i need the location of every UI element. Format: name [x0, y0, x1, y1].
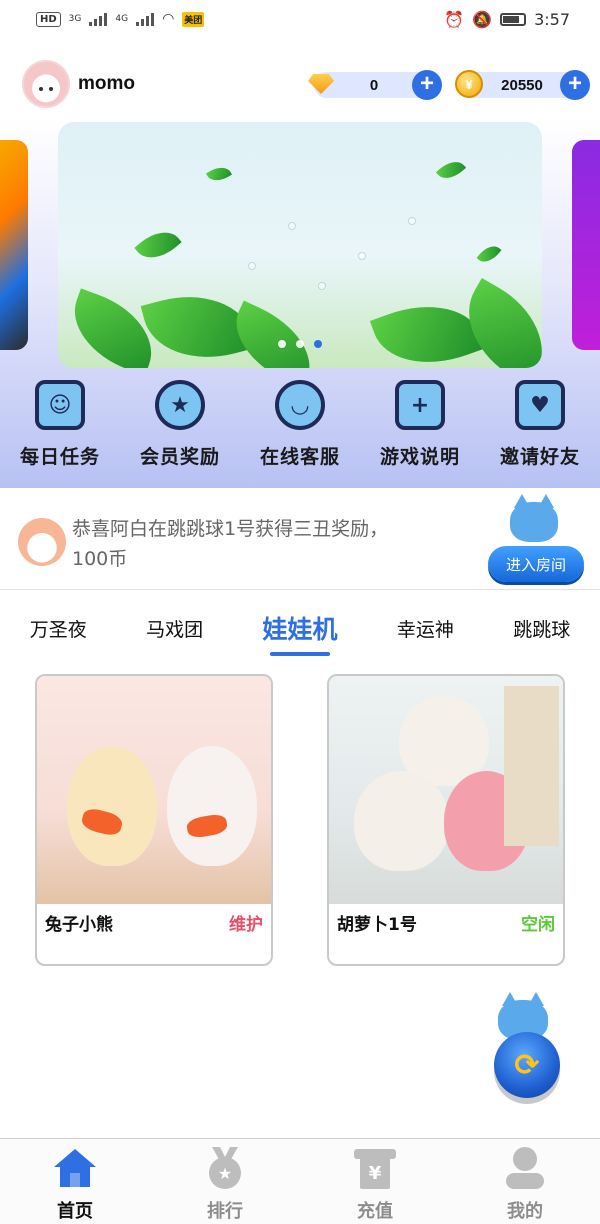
product-card[interactable]: 胡萝卜1号 空闲 [327, 674, 565, 966]
diamond-count: 0 [369, 76, 379, 94]
menu-label: 每日任务 [19, 446, 100, 468]
menu-item-game-guide[interactable]: + 游戏说明 [365, 380, 475, 480]
coin-icon: ¥ [454, 69, 484, 99]
cat-mascot-icon [510, 494, 558, 542]
nav-item-recharge[interactable]: ¥ 充值 [315, 1139, 435, 1224]
carousel-dot[interactable] [278, 340, 286, 348]
signal-bars-icon [89, 12, 108, 26]
water-drop [358, 252, 366, 260]
signal-bars-icon-2 [136, 12, 155, 26]
product-card[interactable]: 兔子小熊 维护 [35, 674, 273, 966]
home-icon [52, 1145, 98, 1191]
banner-prev-slide[interactable] [0, 140, 28, 350]
nav-label: 首页 [57, 1201, 93, 1222]
leaf-decoration [476, 241, 502, 267]
carousel-indicator [58, 340, 542, 348]
nav-label: 我的 [507, 1201, 543, 1222]
status-bar: HD 3G 4G ◠ 美团 ⏰ 🔕 3:57 [0, 0, 600, 38]
menu-label: 游戏说明 [379, 446, 460, 468]
menu-item-invite-friend[interactable]: ♥ 邀请好友 [485, 380, 595, 480]
plush-radish [354, 771, 449, 871]
coin-count: 20550 [501, 76, 543, 94]
add-coin-button[interactable]: + [560, 70, 590, 100]
menu-label: 会员奖励 [139, 446, 220, 468]
product-name: 胡萝卜1号 [337, 915, 417, 935]
avatar[interactable] [22, 60, 70, 108]
product-image [37, 676, 271, 904]
leaf-decoration [134, 222, 182, 268]
hd-indicator: HD [36, 11, 61, 27]
member-reward-icon: ★ [155, 380, 205, 430]
game-guide-icon: + [395, 380, 445, 430]
tab-bouncing-ball[interactable]: 跳跳球 [513, 615, 570, 650]
daily-task-icon: ☺ [35, 380, 85, 430]
water-drop [288, 222, 296, 230]
carousel-dot-active[interactable] [314, 340, 322, 348]
invite-friend-icon: ♥ [515, 380, 565, 430]
shelf-decoration [504, 686, 559, 846]
tab-circus[interactable]: 马戏团 [146, 615, 203, 650]
tab-halloween[interactable]: 万圣夜 [30, 615, 87, 650]
network-3g-label: 3G [68, 14, 82, 24]
menu-item-customer-service[interactable]: ◡ 在线客服 [245, 380, 355, 480]
water-drop [408, 217, 416, 225]
medal-icon: ★ [202, 1145, 248, 1191]
nav-item-home[interactable]: 首页 [15, 1139, 135, 1224]
banner-next-slide[interactable] [572, 140, 600, 350]
plush-bunny [167, 746, 257, 866]
quick-menu: ☺ 每日任务 ★ 会员奖励 ◡ 在线客服 + 游戏说明 ♥ 邀请好友 [0, 380, 600, 480]
menu-label: 邀请好友 [499, 446, 580, 468]
user-bar: momo 0 + ¥ 20550 + [22, 60, 590, 108]
winner-avatar [18, 518, 66, 566]
menu-label: 在线客服 [259, 446, 340, 468]
menu-item-member-reward[interactable]: ★ 会员奖励 [125, 380, 235, 480]
coin-balance: ¥ 20550 + [455, 70, 590, 100]
nav-label: 充值 [357, 1201, 393, 1222]
alarm-icon: ⏰ [444, 9, 465, 29]
menu-item-daily-task[interactable]: ☺ 每日任务 [5, 380, 115, 480]
nav-label: 排行 [207, 1201, 243, 1222]
mute-icon: 🔕 [472, 9, 493, 29]
product-status: 空闲 [521, 915, 555, 935]
battery-icon [500, 12, 527, 26]
nav-item-ranking[interactable]: ★ 排行 [165, 1139, 285, 1224]
status-left: HD 3G 4G ◠ 美团 [36, 11, 205, 27]
diamond-icon [306, 69, 336, 99]
product-status: 维护 [229, 915, 263, 935]
clock: 3:57 [534, 9, 570, 29]
leaf-decoration [435, 155, 467, 185]
status-right: ⏰ 🔕 3:57 [444, 10, 570, 29]
add-diamond-button[interactable]: + [412, 70, 442, 100]
app-notification-badge: 美团 [182, 11, 205, 27]
water-drop [248, 262, 256, 270]
tab-lucky-god[interactable]: 幸运神 [397, 615, 454, 650]
carousel-dot[interactable] [296, 340, 304, 348]
water-drop [318, 282, 326, 290]
network-4g-label: 4G [115, 14, 129, 24]
diamond-balance: 0 + [308, 70, 442, 100]
nav-item-profile[interactable]: 我的 [465, 1139, 585, 1224]
svg-text:★: ★ [218, 1164, 232, 1183]
bottom-nav: 首页 ★ 排行 ¥ 充值 我的 [0, 1138, 600, 1224]
notice-text: 恭喜阿白在跳跳球1号获得三丑奖励，100币 [72, 518, 389, 570]
wifi-icon: ◠ [162, 11, 175, 27]
category-tabs: 万圣夜 马戏团 娃娃机 幸运神 跳跳球 [0, 604, 600, 660]
customer-service-icon: ◡ [275, 380, 325, 430]
enter-room-button[interactable]: 进入房间 [488, 546, 584, 582]
refresh-button[interactable]: ⟳ [494, 1032, 560, 1098]
tab-claw-machine[interactable]: 娃娃机 [262, 610, 337, 656]
banner-carousel[interactable] [58, 122, 542, 368]
profile-icon [502, 1145, 548, 1191]
leaf-decoration [205, 162, 233, 186]
leaf-decoration [369, 286, 487, 368]
plush-bunny [67, 746, 157, 866]
svg-text:¥: ¥ [369, 1163, 382, 1184]
recharge-icon: ¥ [352, 1145, 398, 1191]
username: momo [78, 73, 135, 94]
product-name: 兔子小熊 [45, 915, 113, 935]
product-image [329, 676, 563, 904]
